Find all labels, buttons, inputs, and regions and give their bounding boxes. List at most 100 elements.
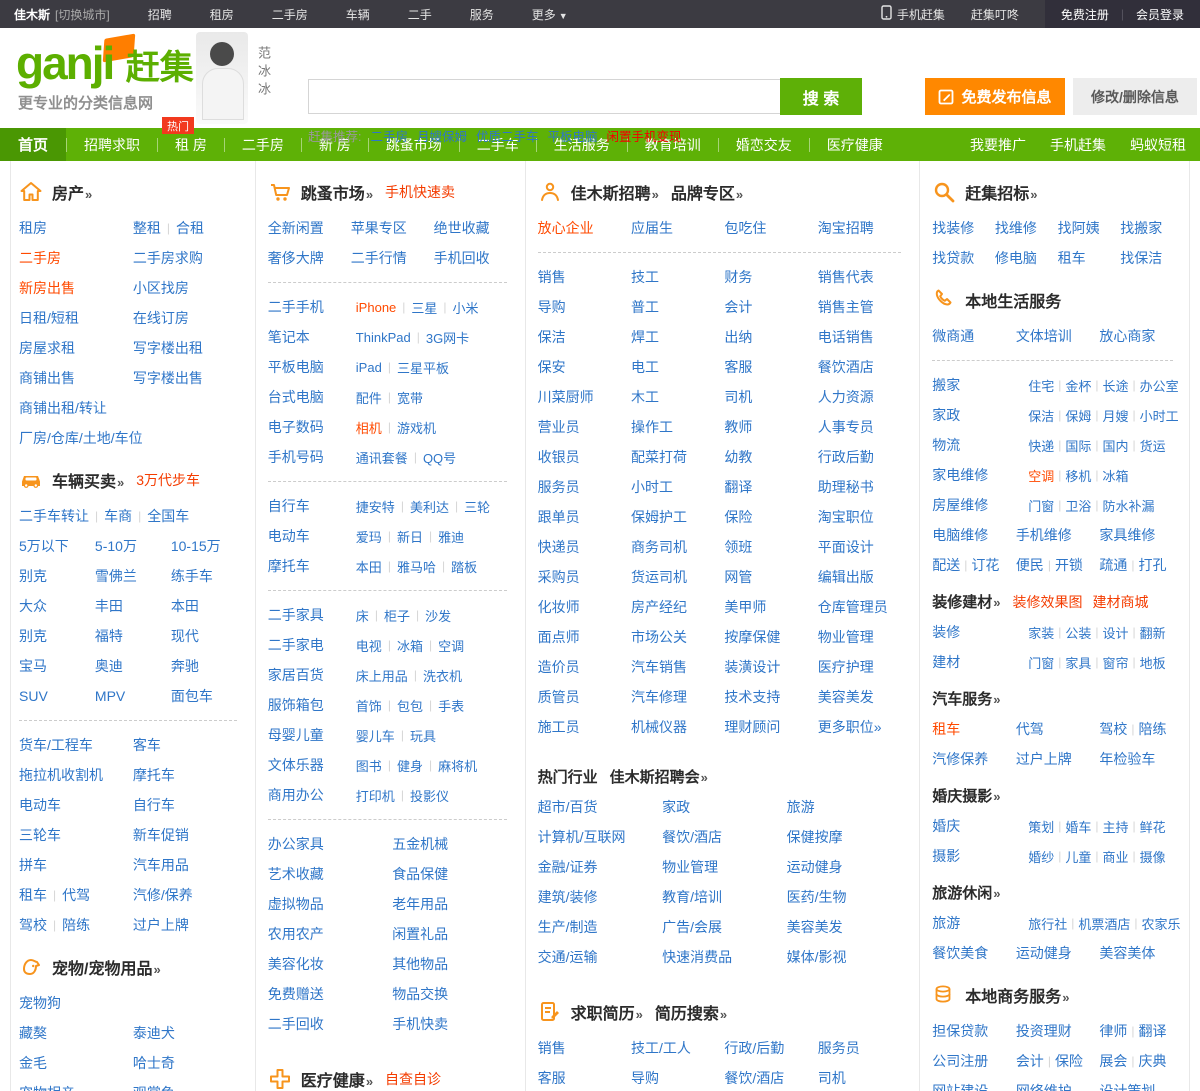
category-link[interactable]: 司机 [818, 1068, 846, 1088]
category-link[interactable]: 营业员 [538, 417, 580, 437]
section-title[interactable]: 简历搜索» [655, 1000, 727, 1024]
category-link[interactable]: 绝世收藏 [434, 218, 490, 238]
category-link[interactable]: 旅游 [932, 913, 960, 933]
category-link[interactable]: 汽修保养 [932, 749, 988, 769]
category-link[interactable]: 老年用品 [392, 894, 448, 914]
category-link[interactable]: 找保洁 [1120, 248, 1162, 268]
category-link[interactable]: 手机快卖 [392, 1014, 448, 1034]
topbar-link[interactable]: 招聘 [148, 6, 172, 23]
category-link[interactable]: 美容美发 [818, 687, 874, 707]
category-link[interactable]: SUV [19, 688, 48, 704]
category-link[interactable]: 婚车 [1065, 817, 1091, 836]
nav-item[interactable]: 婚恋交友 [719, 128, 809, 161]
category-link[interactable]: 餐饮/酒店 [724, 1068, 784, 1088]
nav-item-home[interactable]: 首页 [0, 128, 66, 161]
category-link[interactable]: 陪练 [62, 915, 90, 935]
category-link[interactable]: 保洁 [538, 327, 566, 347]
category-link[interactable]: 客车 [133, 735, 161, 755]
recommend-hot-link[interactable]: 闲置手机变现 [607, 126, 682, 145]
section-title[interactable]: 品牌专区» [671, 180, 743, 204]
category-link[interactable]: 家装 [1028, 623, 1054, 642]
category-link[interactable]: 虚拟物品 [268, 894, 324, 914]
category-link[interactable]: 公装 [1065, 623, 1091, 642]
category-link[interactable]: 服务员 [538, 477, 580, 497]
category-link[interactable]: 房屋维修 [932, 495, 988, 515]
category-link[interactable]: 苹果专区 [351, 218, 407, 238]
topbar-link[interactable]: 服务 [470, 6, 494, 23]
category-link[interactable]: 人事专员 [818, 417, 874, 437]
category-link[interactable]: 过户上牌 [1016, 749, 1072, 769]
login-link[interactable]: 会员登录 [1136, 6, 1184, 23]
category-link[interactable]: 奢侈大牌 [268, 248, 324, 268]
category-link[interactable]: 小时工 [1140, 406, 1179, 425]
category-link[interactable]: 质管员 [538, 687, 580, 707]
section-title[interactable]: 旅游休闲» [932, 882, 1000, 903]
category-link[interactable]: 化妆师 [538, 597, 580, 617]
topbar-link[interactable]: 租房 [210, 6, 234, 23]
category-link[interactable]: 找阿姨 [1058, 218, 1100, 238]
category-link[interactable]: 哈士奇 [133, 1053, 175, 1073]
category-link[interactable]: 小时工 [631, 477, 673, 497]
category-link[interactable]: 助理秘书 [818, 477, 874, 497]
recommend-link[interactable]: 平板电脑 [548, 126, 598, 145]
nav-item[interactable]: 招聘求职 [67, 128, 157, 161]
section-title[interactable]: 本地生活服务 [965, 288, 1061, 312]
category-link[interactable]: 搬家 [932, 375, 960, 395]
category-link[interactable]: 健身 [397, 756, 423, 775]
category-link[interactable]: 代驾 [62, 885, 90, 905]
category-link[interactable]: 电动车 [19, 795, 61, 815]
category-link[interactable]: 床 [356, 606, 369, 625]
category-link[interactable]: 人力资源 [818, 387, 874, 407]
category-link[interactable]: 投资理财 [1016, 1021, 1072, 1041]
category-link[interactable]: 摩托车 [133, 765, 175, 785]
category-link[interactable]: 配件 [356, 388, 382, 407]
modify-delete-button[interactable]: 修改/删除信息 [1073, 78, 1197, 115]
category-link[interactable]: 租房 [19, 218, 47, 238]
category-link[interactable]: 出纳 [724, 327, 752, 347]
section-title[interactable]: 医疗健康» [301, 1067, 373, 1091]
category-link[interactable]: 窗帘 [1103, 653, 1129, 672]
category-link[interactable]: 全新闲置 [268, 218, 324, 238]
switch-city-link[interactable]: [切换城市] [55, 6, 110, 23]
category-link[interactable]: 福特 [95, 626, 123, 646]
category-link[interactable]: 宠物狗 [19, 993, 61, 1013]
category-link[interactable]: 新房出售 [19, 278, 75, 298]
category-link[interactable]: 网络维护 [1016, 1081, 1072, 1091]
section-title[interactable]: 佳木斯招聘» [571, 180, 659, 204]
category-link[interactable]: 找维修 [995, 218, 1037, 238]
category-link[interactable]: 应届生 [631, 218, 673, 238]
category-link[interactable]: 主持 [1103, 817, 1129, 836]
category-link[interactable]: 电脑维修 [932, 525, 988, 545]
recommend-link[interactable]: 优质二手车 [476, 126, 539, 145]
category-link[interactable]: 踏板 [451, 557, 477, 576]
nav-right-link[interactable]: 手机赶集 [1050, 135, 1106, 155]
category-link[interactable]: 餐饮酒店 [818, 357, 874, 377]
category-link[interactable]: 技术支持 [724, 687, 780, 707]
category-link[interactable]: 儿童 [1065, 847, 1091, 866]
category-link[interactable]: 手机维修 [1016, 525, 1072, 545]
category-link[interactable]: 客服 [538, 1068, 566, 1088]
category-link[interactable]: 翻新 [1140, 623, 1166, 642]
section-hot-link[interactable]: 手机快速卖 [385, 182, 455, 202]
category-link[interactable]: 美容美体 [1099, 943, 1155, 963]
category-link[interactable]: 领班 [724, 537, 752, 557]
category-link[interactable]: 家居百货 [268, 665, 324, 685]
category-link[interactable]: 冰箱 [397, 636, 423, 655]
category-link[interactable]: 年检验车 [1099, 749, 1155, 769]
category-link[interactable]: 摄影 [932, 846, 960, 866]
category-link[interactable]: 媒体/影视 [787, 947, 847, 967]
category-link[interactable]: 美甲师 [724, 597, 766, 617]
category-link[interactable]: 商务司机 [631, 537, 687, 557]
category-link[interactable]: 物业管理 [662, 857, 718, 877]
category-link[interactable]: 美容美发 [787, 917, 843, 937]
category-link[interactable]: 新日 [397, 527, 423, 546]
category-link[interactable]: 地板 [1140, 653, 1166, 672]
category-link[interactable]: 二手房求购 [133, 248, 203, 268]
category-link[interactable]: 办公家具 [268, 834, 324, 854]
category-link[interactable]: 庆典 [1139, 1051, 1167, 1071]
category-link[interactable]: 包包 [397, 696, 423, 715]
category-link[interactable]: 按摩保健 [724, 627, 780, 647]
category-link[interactable]: 会计 [724, 297, 752, 317]
section-hot-link[interactable]: 建材商城 [1092, 592, 1148, 612]
topbar-more-menu[interactable]: 更多 ▼ [532, 6, 568, 23]
